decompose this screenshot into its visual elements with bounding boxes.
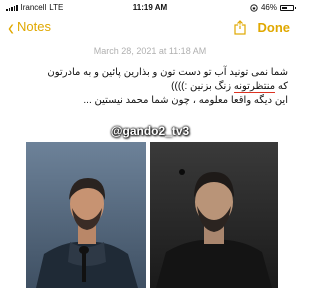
portrait-photo-left [26,142,146,288]
orientation-lock-icon [250,3,258,12]
note-date: March 28, 2021 at 11:18 AM [93,46,207,56]
note-line-3: این دیگه واقعا معلومه ، چون شما محمد نیس… [83,95,288,106]
note-body[interactable]: شما نمی تونید آب تو دست تون و بذارین پائ… [14,66,288,108]
status-bar: Irancell LTE 11:19 AM 46% [0,0,300,14]
nav-actions: Done [233,20,291,35]
battery-fill [282,6,287,9]
status-right: 46% [250,3,296,12]
underlined-word: منتظرتونه [233,81,276,93]
back-label: Notes [17,19,51,34]
portrait-photo-right [150,142,278,288]
battery-icon [280,4,296,11]
chevron-left-icon: ‹ [8,13,14,40]
navigation-bar: ‹ Notes Done [0,14,300,42]
done-button[interactable]: Done [258,20,291,35]
notes-screen: Irancell LTE 11:19 AM 46% ‹ Notes Done M… [0,0,300,293]
watermark-handle: @gando2_tv3 [110,124,190,138]
share-icon[interactable] [233,20,246,35]
note-line-2: که منتظرتونه زنگ بزنین :)))) [171,81,288,93]
battery-percent: 46% [260,3,277,12]
note-line-1: شما نمی تونید آب تو دست تون و بذارین پائ… [47,67,288,78]
back-button[interactable]: ‹ Notes [8,13,51,40]
